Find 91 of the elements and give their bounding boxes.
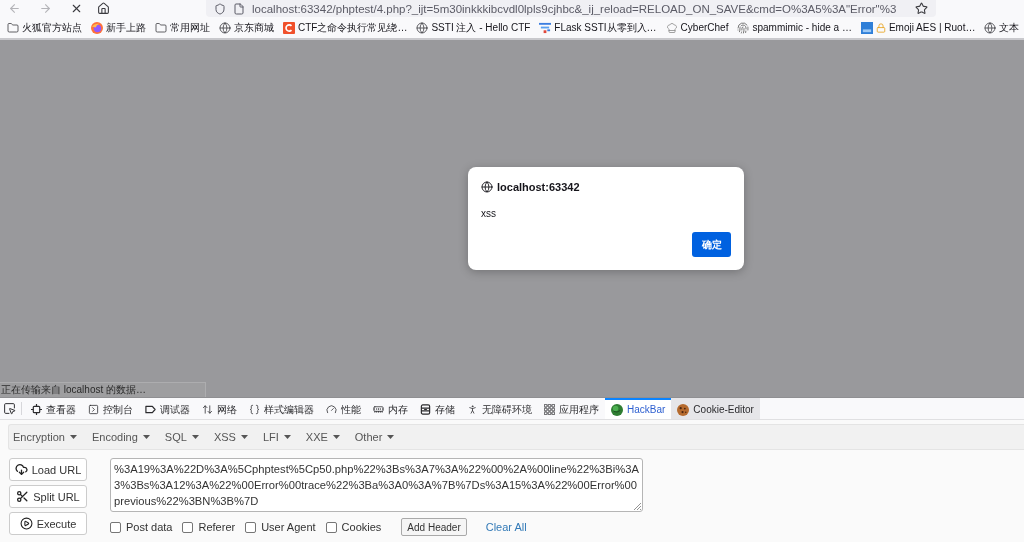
status-text: 正在传输来自 localhost 的数据…: [0, 382, 206, 397]
close-icon[interactable]: [70, 2, 83, 15]
add-header-button[interactable]: Add Header: [401, 518, 467, 536]
menu-button[interactable]: LFI: [262, 431, 291, 443]
bookmark-link[interactable]: spammimic - hide a …: [737, 21, 852, 34]
action-button[interactable]: Load URL: [9, 458, 87, 481]
checkbox-label: Post data: [126, 521, 173, 533]
scissors-icon: [16, 490, 30, 503]
bookmark-link[interactable]: 新手上路: [91, 20, 146, 35]
dialog-origin: localhost:63342: [497, 180, 580, 193]
devtools-tab[interactable]: 存储: [414, 398, 461, 419]
menu-button[interactable]: Encryption: [13, 431, 77, 443]
devtools-tab[interactable]: 控制台: [82, 398, 139, 419]
network-arrows-icon: [202, 404, 213, 415]
clear-all-link[interactable]: Clear All: [485, 521, 527, 533]
caret-icon: [70, 435, 77, 439]
bookmark-link[interactable]: 文本: [984, 20, 1020, 35]
menu-button[interactable]: Encoding: [92, 431, 150, 443]
grid-icon: [544, 404, 555, 415]
element-picker-icon[interactable]: [3, 402, 16, 415]
caret-icon: [240, 435, 248, 439]
devtools-tab[interactable]: 查看器: [25, 398, 82, 419]
bookmark-star-icon[interactable]: [915, 2, 928, 15]
ok-button[interactable]: 确定: [692, 232, 731, 257]
dialog-message: xss: [481, 208, 496, 220]
browser-logo-icon: [91, 21, 103, 34]
checkbox[interactable]: [325, 521, 337, 533]
checkbox[interactable]: [182, 521, 194, 533]
page-icon: [233, 2, 245, 15]
bookmark-link[interactable]: 京东商城: [219, 20, 274, 35]
c-logo-icon: [283, 21, 295, 34]
sphere-logo-icon: [611, 403, 623, 416]
cloud-download-icon: [14, 463, 28, 476]
memory-chip-icon: [373, 404, 384, 415]
devtools-tab[interactable]: 调试器: [139, 398, 196, 419]
url-textarea[interactable]: %3A19%3A%22D%3A%5Cphptest%5Cp50.php%22%3Bs%3A7%3A%22%00%2A%00line%22%3Bi%3A3%3Bs%3A12%3A%22%00Error%00trace%22%3Ba%3A0%3A%7B%7Ds%3A15%3A%22%00Error%00previous%22%3BN%3B%7D: [110, 458, 643, 512]
devtools-tab[interactable]: 性能: [320, 398, 367, 419]
caret-icon: [332, 435, 340, 439]
devtools-tab[interactable]: 样式编辑器: [243, 398, 320, 419]
action-button[interactable]: Split URL: [9, 485, 87, 508]
checkbox-label: Referer: [198, 521, 236, 533]
accessibility-icon: [467, 404, 478, 415]
cookie-icon: [677, 403, 690, 416]
fingerprint-icon: [737, 21, 750, 34]
menu-button[interactable]: Other: [354, 431, 395, 443]
bookmark-link[interactable]: Emoji AES | Ruot…: [860, 21, 976, 34]
gauge-icon: [326, 404, 337, 415]
menu-button[interactable]: XSS: [213, 431, 248, 443]
menu-button[interactable]: SQL: [164, 431, 199, 443]
globe-icon: [481, 180, 493, 193]
caret-icon: [283, 435, 291, 439]
globe-icon: [984, 21, 997, 34]
storage-icon: [420, 404, 431, 415]
menu-button[interactable]: XXE: [305, 431, 340, 443]
devtools-tab[interactable]: 网络: [196, 398, 243, 419]
folder-icon: [7, 21, 19, 34]
debugger-icon: [145, 404, 156, 415]
home-icon[interactable]: [97, 2, 110, 15]
image-thumbnail-icon: [860, 21, 873, 34]
bookmark-link[interactable]: SSTI 注入 - Hello CTF: [416, 20, 531, 35]
bookmark-link[interactable]: CTF之命令执行常见绕…: [283, 20, 408, 35]
devtools-tab[interactable]: Cookie-Editor: [671, 398, 760, 419]
lock-icon: [875, 22, 886, 33]
resize-grip-icon[interactable]: [633, 502, 641, 510]
bookmark-link[interactable]: FLask SSTI从零到入…: [539, 20, 657, 35]
bookmark-link[interactable]: 常用网址: [155, 20, 210, 35]
play-icon: [19, 517, 33, 530]
checkbox-label: User Agent: [261, 521, 316, 533]
caret-icon: [191, 435, 199, 439]
bookmark-link[interactable]: CyberChef: [665, 21, 729, 34]
devtools-tab[interactable]: HackBar: [605, 398, 672, 419]
globe-icon: [416, 21, 429, 34]
caret-icon: [142, 435, 150, 439]
shield-icon[interactable]: [214, 2, 226, 15]
bookmark-link[interactable]: 火狐官方站点: [7, 20, 82, 35]
inspector-icon: [31, 404, 42, 415]
address-bar[interactable]: localhost:63342/phptest/4.php?_ijt=5m30inkkkibcvdl0lpls9cjhbc&_ij_reload=RELOAD_ON_SAVE&cmd=O%3A5%3A"Error"%3: [206, 0, 936, 17]
checkbox-label: Cookies: [341, 521, 382, 533]
bars-logo-icon: [539, 21, 552, 34]
console-icon: [88, 404, 99, 415]
chef-hat-icon: [665, 21, 678, 34]
devtools-tab[interactable]: 内存: [367, 398, 414, 419]
checkbox[interactable]: [110, 521, 121, 533]
devtools-tab[interactable]: 应用程序: [538, 398, 605, 419]
devtools-tab[interactable]: 无障碍环境: [461, 398, 538, 419]
action-button[interactable]: Execute: [9, 512, 87, 535]
caret-icon: [387, 435, 395, 439]
globe-icon: [219, 21, 231, 34]
folder-icon: [155, 21, 167, 34]
checkbox[interactable]: [245, 521, 257, 533]
braces-icon: [249, 404, 260, 415]
